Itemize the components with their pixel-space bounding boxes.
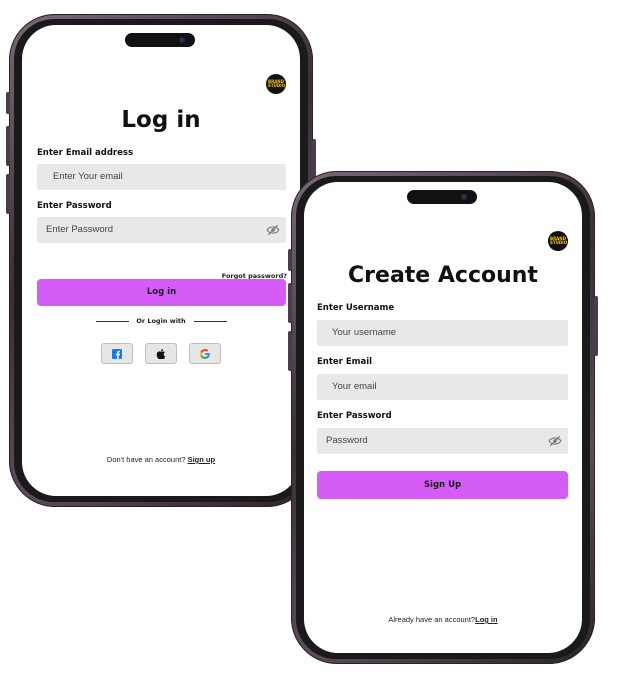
email-input[interactable]: Your email xyxy=(317,374,568,400)
eye-off-icon[interactable] xyxy=(548,435,562,447)
password-label: Enter Password xyxy=(37,201,112,211)
dynamic-island xyxy=(407,190,477,204)
phone-side-button xyxy=(6,92,10,114)
phone-volume-down-button xyxy=(288,331,292,371)
email-label: Enter Email xyxy=(317,357,373,367)
google-login-button[interactable] xyxy=(189,343,221,364)
login-link[interactable]: Log in xyxy=(475,615,498,624)
camera-icon xyxy=(461,194,467,200)
phone-power-button xyxy=(594,296,598,356)
facebook-icon xyxy=(112,348,122,359)
dynamic-island xyxy=(125,33,195,47)
facebook-login-button[interactable] xyxy=(101,343,133,364)
login-prompt: Already have an account?Log in xyxy=(388,615,498,624)
username-label: Enter Username xyxy=(317,303,395,313)
password-label: Enter Password xyxy=(317,411,392,421)
camera-icon xyxy=(179,37,185,43)
google-icon xyxy=(200,348,210,359)
phone-volume-up-button xyxy=(6,126,10,166)
or-login-with-text: Or Login with xyxy=(136,317,186,325)
apple-icon xyxy=(156,348,166,359)
divider-right xyxy=(194,321,227,322)
signup-phone-frame: BRAND STUDIO Create Account Enter Userna… xyxy=(288,171,598,664)
phone-side-button xyxy=(288,249,292,271)
signup-button[interactable]: Sign Up xyxy=(317,471,568,499)
email-label: Enter Email address xyxy=(37,148,134,158)
signup-prompt: Don't have an account? Sign up xyxy=(106,455,216,464)
login-phone-frame: BRAND STUDIO Log in Enter Email address … xyxy=(6,14,316,507)
signup-screen: BRAND STUDIO Create Account Enter Userna… xyxy=(304,182,582,653)
brand-logo: BRAND STUDIO xyxy=(266,74,286,94)
signup-link[interactable]: Sign up xyxy=(188,455,216,464)
page-title: Create Account xyxy=(348,263,538,288)
username-input[interactable]: Your username xyxy=(317,320,568,346)
email-input[interactable]: Enter Your email xyxy=(37,164,286,190)
login-screen: BRAND STUDIO Log in Enter Email address … xyxy=(22,25,300,496)
brand-logo: BRAND STUDIO xyxy=(548,231,568,251)
phone-volume-up-button xyxy=(288,283,292,323)
login-button[interactable]: Log in xyxy=(37,279,286,306)
password-input[interactable]: Password xyxy=(317,428,568,454)
apple-login-button[interactable] xyxy=(145,343,177,364)
page-title: Log in xyxy=(121,107,201,133)
phone-volume-down-button xyxy=(6,174,10,214)
eye-off-icon[interactable] xyxy=(266,224,280,236)
password-input[interactable]: Enter Password xyxy=(37,217,286,243)
